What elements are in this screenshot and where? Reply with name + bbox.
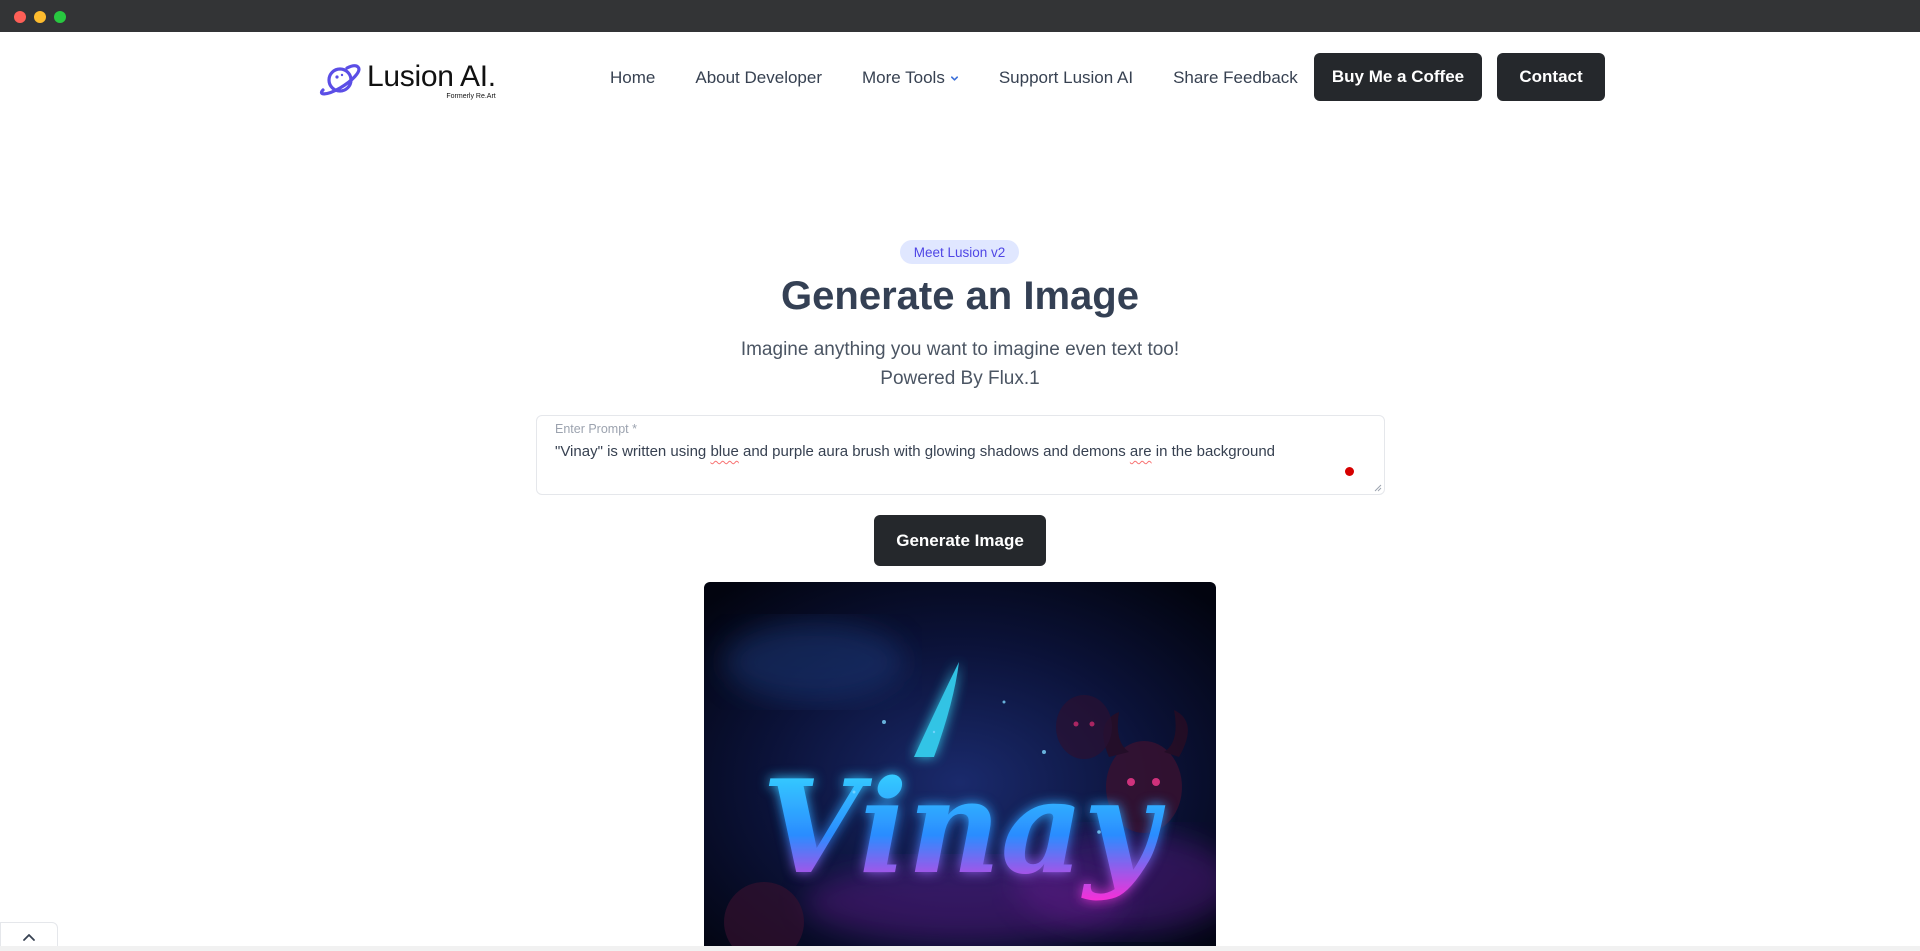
maximize-window-button[interactable] <box>54 11 66 23</box>
chevron-up-icon <box>23 933 35 941</box>
nav-more-tools-label: More Tools <box>862 68 945 87</box>
powered-by-text: Powered By Flux.1 <box>880 368 1040 389</box>
nav-about-developer[interactable]: About Developer <box>695 68 822 88</box>
generated-image-artwork: Vinay <box>704 582 1216 947</box>
logo-subtext: Formerly Re.Art <box>446 93 496 100</box>
page-bottom-divider <box>0 946 1920 951</box>
chevron-down-icon <box>950 75 958 81</box>
site-header: Lusion AI. Formerly Re.Art Home About De… <box>0 32 1920 122</box>
main-nav: Home About Developer More Tools Support … <box>610 66 1298 90</box>
window-titlebar <box>0 0 1920 32</box>
nav-home[interactable]: Home <box>610 68 655 88</box>
spellcheck-word: are <box>1129 443 1152 460</box>
minimize-window-button[interactable] <box>34 11 46 23</box>
generated-image-text: Vinay <box>762 753 1166 903</box>
spellcheck-word: blue <box>710 443 739 460</box>
site-logo[interactable]: Lusion AI. Formerly Re.Art <box>318 59 496 100</box>
resize-handle-icon[interactable] <box>1374 484 1382 492</box>
hero-subtitle: Imagine anything you want to imagine eve… <box>740 339 1180 360</box>
nav-share-feedback[interactable]: Share Feedback <box>1173 68 1298 88</box>
contact-button[interactable]: Contact <box>1497 53 1605 101</box>
nav-support-lusion-ai[interactable]: Support Lusion AI <box>999 68 1133 88</box>
version-badge: Meet Lusion v2 <box>900 240 1019 264</box>
prompt-textarea[interactable]: Enter Prompt * "Vinay" is written using … <box>536 415 1385 495</box>
generated-image: Vinay <box>704 582 1216 947</box>
close-window-button[interactable] <box>14 11 26 23</box>
recording-indicator-icon <box>1345 467 1354 476</box>
nav-more-tools[interactable]: More Tools <box>862 68 959 88</box>
prompt-label: Enter Prompt * <box>555 422 637 436</box>
buy-me-a-coffee-button[interactable]: Buy Me a Coffee <box>1314 53 1482 101</box>
prompt-value[interactable]: "Vinay" is written using blue and purple… <box>555 443 1275 460</box>
logo-text: Lusion AI. <box>367 60 496 93</box>
planet-logo-icon <box>319 64 361 96</box>
page-title: Generate an Image <box>781 274 1139 318</box>
generate-image-button[interactable]: Generate Image <box>874 515 1046 566</box>
